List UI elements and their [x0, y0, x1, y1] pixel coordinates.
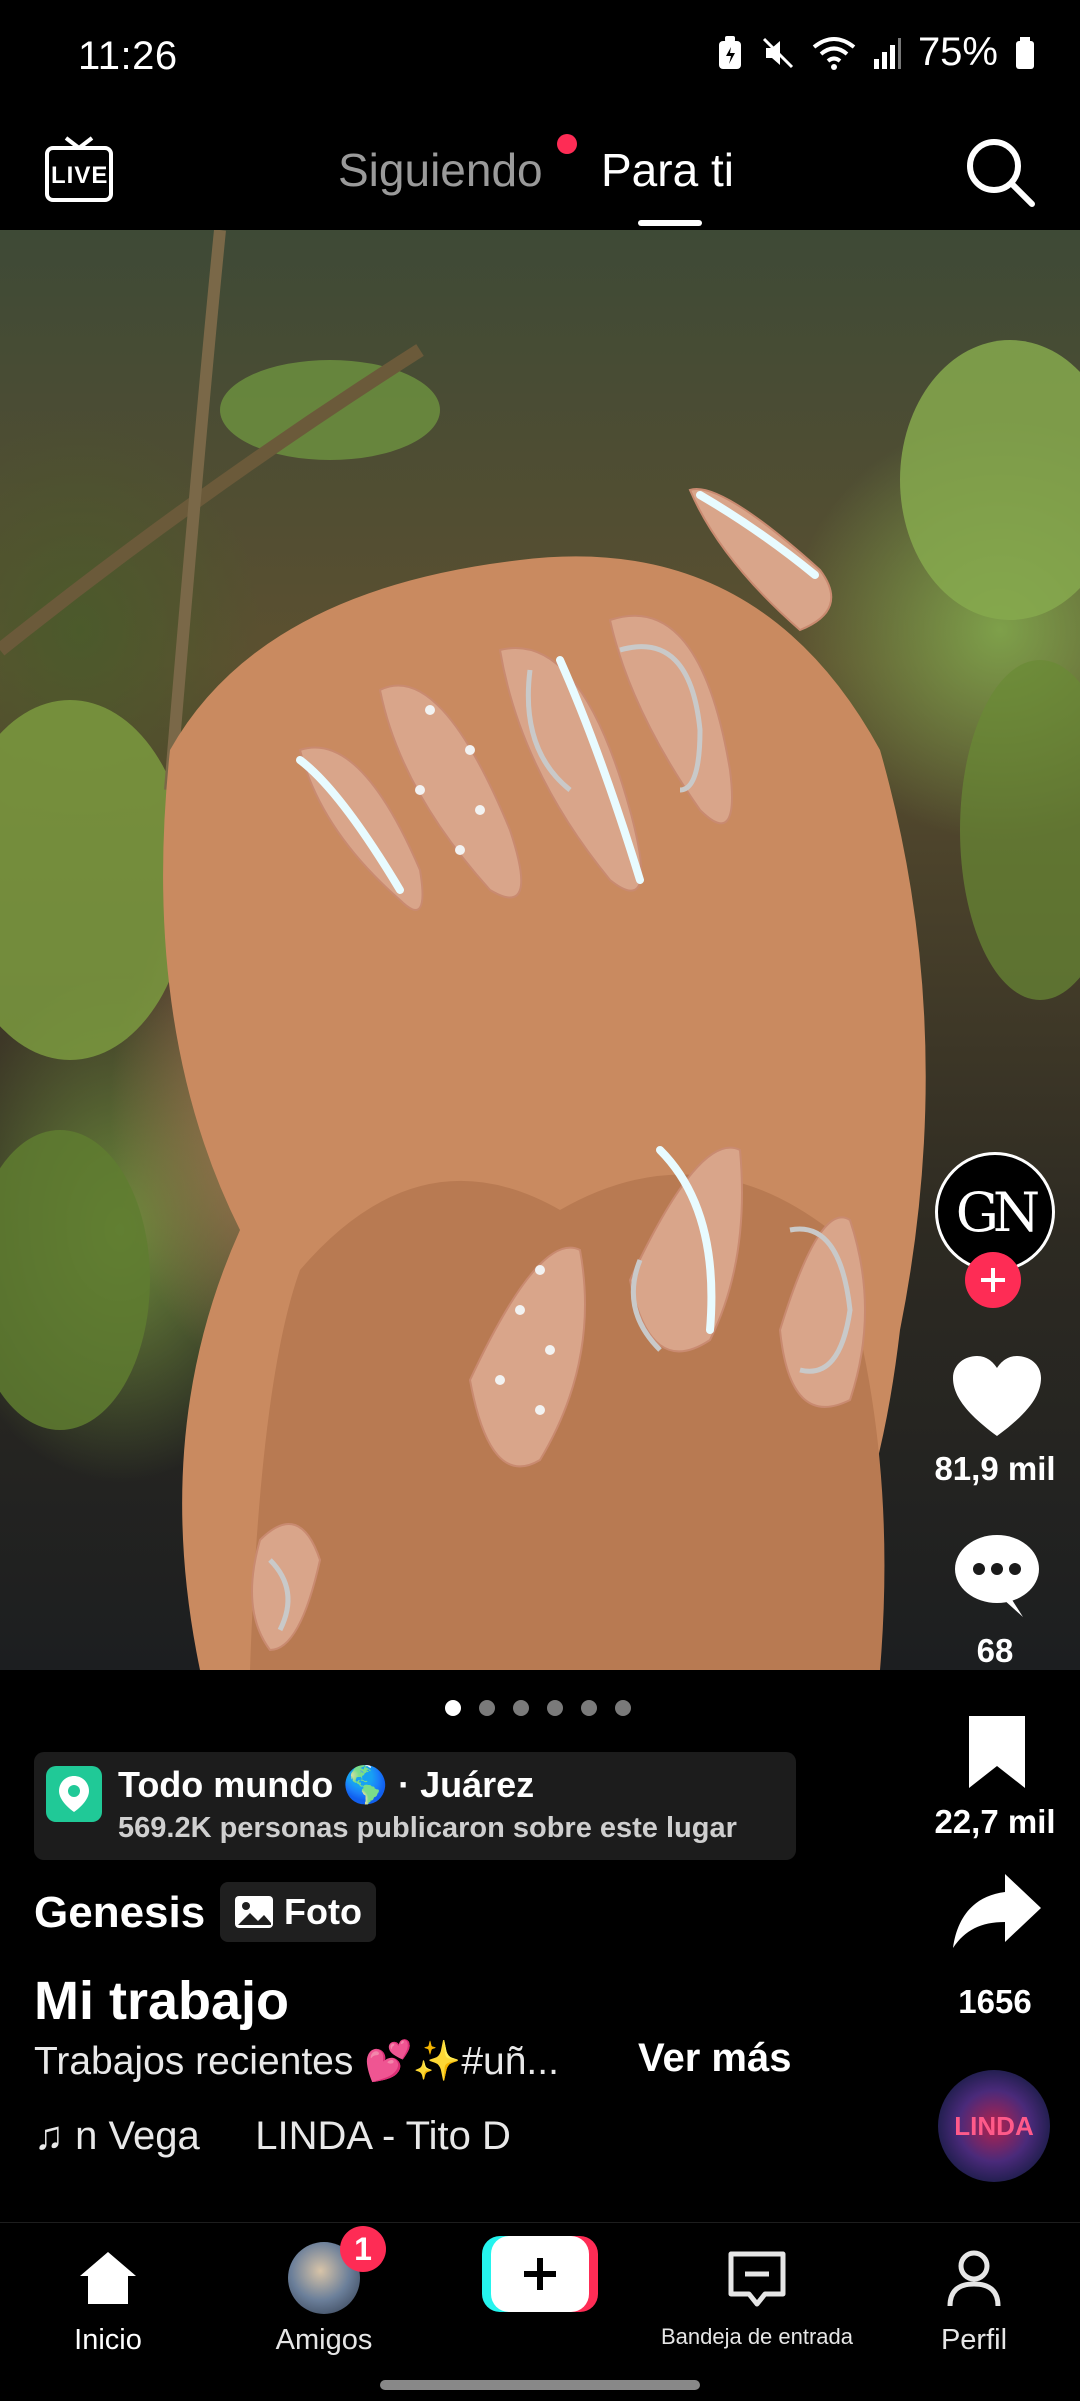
live-button[interactable]: LIVE [44, 134, 114, 204]
see-more-link[interactable]: Ver más [638, 2036, 791, 2081]
share-arrow-icon [953, 1874, 1041, 1948]
profile-icon [874, 2236, 1074, 2320]
inbox-icon [657, 2236, 857, 2320]
image-icon [235, 1896, 273, 1928]
tab-for-you[interactable]: Para ti [601, 143, 734, 197]
battery-icon [1016, 36, 1034, 69]
friends-notification-badge: 1 [340, 2226, 386, 2272]
status-icons: 75% [716, 30, 1036, 75]
signal-icon [873, 37, 901, 69]
save-count: 22,7 mil [934, 1803, 1056, 1840]
post-type-label: Foto [284, 1891, 362, 1932]
nav-home-label: Inicio [74, 2324, 142, 2356]
like-button[interactable] [947, 1352, 1047, 1442]
post-description[interactable]: Trabajos recientes 💕✨#uñ... [34, 2038, 559, 2084]
comment-button[interactable] [947, 1525, 1047, 1617]
status-bar: 11:26 75% [0, 0, 1080, 120]
location-title: Todo mundo 🌎 · Juárez [118, 1764, 535, 1805]
music-disc[interactable]: LINDA [938, 2070, 1050, 2182]
nav-inbox-label: Bandeja de entrada [660, 2324, 854, 2349]
comment-icon [955, 1535, 1039, 1617]
plus-icon [981, 1268, 1005, 1292]
comment-count: 68 [976, 1632, 1014, 1669]
carousel-dot [445, 1700, 461, 1716]
like-count: 81,9 mil [934, 1450, 1056, 1487]
status-time: 11:26 [78, 34, 178, 78]
location-card[interactable]: Todo mundo 🌎 · Juárez 569.2K personas pu… [34, 1752, 796, 1860]
heart-icon [953, 1356, 1041, 1436]
create-button[interactable] [482, 2236, 598, 2312]
nav-profile[interactable]: Perfil [874, 2236, 1074, 2357]
creator-avatar-logo: GN [955, 1180, 1040, 1244]
gesture-bar[interactable] [380, 2380, 700, 2390]
live-label: LIVE [51, 162, 109, 189]
carousel-indicator [445, 1700, 631, 1716]
music-track-text: ♫ n Vega LINDA - Tito D [34, 2114, 511, 2158]
wifi-icon [812, 36, 856, 70]
post-type-badge: Foto [220, 1882, 376, 1942]
bookmark-icon [969, 1716, 1025, 1788]
location-subtitle: 569.2K personas publicaron sobre este lu… [118, 1812, 737, 1844]
music-label[interactable]: ♫ n Vega LINDA - Tito D [34, 2114, 511, 2159]
share-button[interactable] [947, 1868, 1047, 1958]
nav-friends-label: Amigos [275, 2324, 373, 2356]
nav-home[interactable]: Inicio [8, 2236, 208, 2357]
save-button[interactable] [955, 1712, 1055, 1802]
carousel-dot [513, 1700, 529, 1716]
nav-profile-label: Perfil [940, 2324, 1008, 2356]
home-icon [8, 2236, 208, 2320]
search-icon [967, 139, 1035, 207]
carousel-dot [581, 1700, 597, 1716]
battery-saver-icon [718, 35, 741, 69]
carousel-dot [479, 1700, 495, 1716]
carousel-dot [615, 1700, 631, 1716]
music-disc-text: LINDA [954, 2110, 1034, 2141]
battery-percent: 75% [917, 30, 998, 74]
create-plus-icon [482, 2236, 598, 2312]
location-pin-icon [46, 1766, 102, 1822]
nav-friends[interactable]: Amigos [224, 2236, 424, 2357]
follow-button[interactable] [965, 1252, 1021, 1308]
carousel-dot [547, 1700, 563, 1716]
search-button[interactable] [962, 134, 1038, 210]
notification-dot [557, 134, 577, 154]
post-title: Mi trabajo [34, 1971, 290, 2031]
active-tab-indicator [638, 220, 702, 226]
nav-inbox[interactable]: Bandeja de entrada [657, 2236, 857, 2350]
mute-icon [762, 37, 793, 68]
share-count: 1656 [958, 1983, 1032, 2020]
tab-following[interactable]: Siguiendo [338, 143, 543, 197]
author-name[interactable]: Genesis [34, 1888, 205, 1938]
